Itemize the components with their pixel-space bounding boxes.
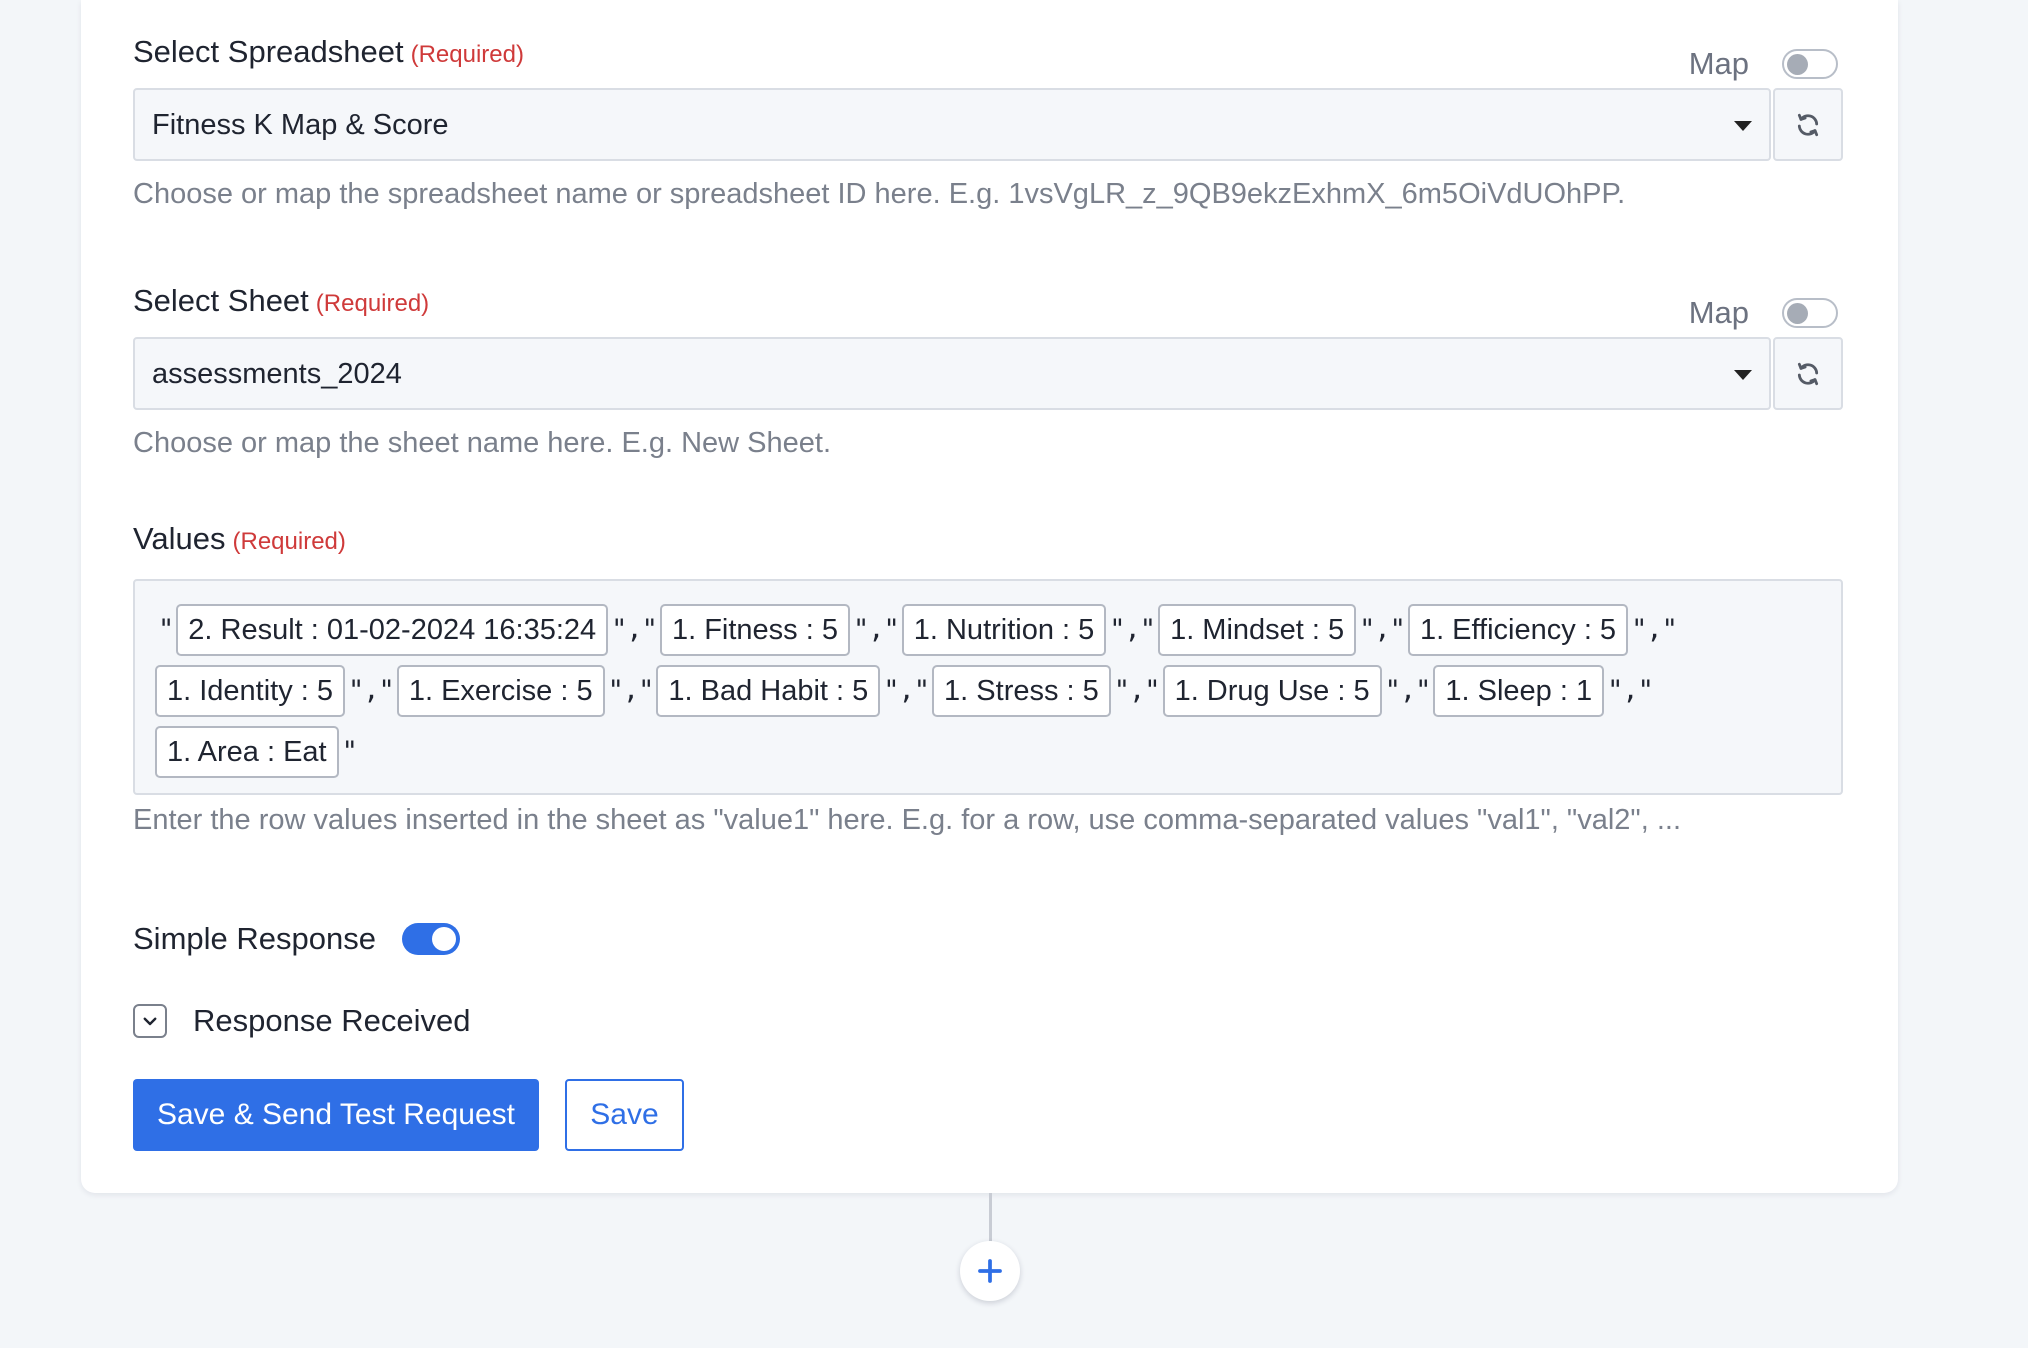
separator-text: "," xyxy=(1631,614,1678,645)
plus-icon xyxy=(978,1259,1002,1283)
values-label: Values (Required) xyxy=(133,521,346,557)
required-marker: (Required) xyxy=(410,41,524,68)
response-received-expand[interactable] xyxy=(133,1004,167,1038)
values-line-2: 1. Identity : 5 "," 1. Exercise : 5 "," … xyxy=(155,660,1823,721)
separator-text: "," xyxy=(883,675,930,706)
value-chip[interactable]: 1. Identity : 5 xyxy=(155,664,346,717)
separator-text: "," xyxy=(1359,614,1406,645)
spreadsheet-field: Select Spreadsheet (Required) Map Fitness… xyxy=(133,16,1843,210)
action-config-card: Select Spreadsheet (Required) Map Fitness… xyxy=(81,0,1898,1193)
value-chip[interactable]: 1. Stress : 5 xyxy=(932,664,1111,717)
sheet-refresh-button[interactable] xyxy=(1773,337,1843,410)
save-button[interactable]: Save xyxy=(565,1079,684,1151)
values-help: Enter the row values inserted in the she… xyxy=(133,804,1682,836)
refresh-icon xyxy=(1797,362,1819,385)
value-chip[interactable]: 2. Result : 01-02-2024 16:35:24 xyxy=(176,603,609,656)
quote-text: " xyxy=(158,614,174,645)
sheet-map-toggle[interactable] xyxy=(1782,298,1838,328)
spreadsheet-refresh-button[interactable] xyxy=(1773,88,1843,161)
map-label: Map xyxy=(1688,295,1749,330)
spreadsheet-label-text: Select Spreadsheet xyxy=(133,34,404,69)
value-chip[interactable]: 1. Area : Eat xyxy=(155,725,339,778)
value-chip[interactable]: 1. Drug Use : 5 xyxy=(1162,664,1382,717)
values-line-1: " 2. Result : 01-02-2024 16:35:24 "," 1.… xyxy=(155,599,1823,660)
separator-text: "," xyxy=(607,675,655,706)
sheet-select-value: assessments_2024 xyxy=(152,358,402,390)
sheet-help: Choose or map the sheet name here. E.g. … xyxy=(133,427,832,459)
response-received-label: Response Received xyxy=(193,1003,471,1038)
value-chip[interactable]: 1. Fitness : 5 xyxy=(659,603,850,656)
toggle-knob xyxy=(1787,54,1808,75)
separator-text: "," xyxy=(1607,675,1654,706)
separator-text: "," xyxy=(348,675,395,706)
sheet-label: Select Sheet (Required) xyxy=(133,283,429,319)
sheet-select[interactable]: assessments_2024 xyxy=(133,337,1771,410)
spreadsheet-help: Choose or map the spreadsheet name or sp… xyxy=(133,178,1626,210)
value-chip[interactable]: 1. Nutrition : 5 xyxy=(901,603,1107,656)
chevron-down-icon xyxy=(143,1017,157,1026)
spreadsheet-map-control: Map xyxy=(1689,46,1838,82)
spreadsheet-select-value: Fitness K Map & Score xyxy=(152,109,449,141)
simple-response-row: Simple Response xyxy=(133,921,460,957)
separator-text: "," xyxy=(1109,614,1156,645)
separator-text: "," xyxy=(611,614,658,645)
spreadsheet-map-toggle[interactable] xyxy=(1782,49,1838,79)
simple-response-label: Simple Response xyxy=(133,921,376,956)
required-marker: (Required) xyxy=(315,290,430,317)
value-chip[interactable]: 1. Bad Habit : 5 xyxy=(656,664,881,717)
value-chip[interactable]: 1. Mindset : 5 xyxy=(1158,603,1357,656)
response-received-row[interactable]: Response Received xyxy=(133,1003,470,1039)
value-chip[interactable]: 1. Exercise : 5 xyxy=(396,664,605,717)
quote-text: " xyxy=(341,736,358,767)
map-label: Map xyxy=(1688,46,1749,81)
sheet-field: Select Sheet (Required) Map assessments_2… xyxy=(133,265,1843,459)
sheet-map-control: Map xyxy=(1689,295,1838,331)
values-line-3: 1. Area : Eat " xyxy=(155,721,1823,782)
separator-text: "," xyxy=(1384,675,1432,706)
chevron-down-icon xyxy=(1734,121,1752,131)
value-chip[interactable]: 1. Sleep : 1 xyxy=(1433,664,1605,717)
chevron-down-icon xyxy=(1734,370,1752,380)
separator-text: "," xyxy=(1113,675,1161,706)
add-step-button[interactable] xyxy=(960,1241,1020,1301)
sheet-label-text: Select Sheet xyxy=(133,283,309,318)
spreadsheet-select[interactable]: Fitness K Map & Score xyxy=(133,88,1771,161)
values-input[interactable]: " 2. Result : 01-02-2024 16:35:24 "," 1.… xyxy=(133,579,1843,795)
value-chip[interactable]: 1. Efficiency : 5 xyxy=(1407,603,1629,656)
flow-connector xyxy=(989,1193,992,1243)
toggle-knob xyxy=(431,927,456,951)
simple-response-toggle[interactable] xyxy=(401,923,460,955)
required-marker: (Required) xyxy=(232,528,346,555)
separator-text: "," xyxy=(852,614,900,645)
spreadsheet-label: Select Spreadsheet (Required) xyxy=(133,34,524,70)
save-and-send-test-button[interactable]: Save & Send Test Request xyxy=(133,1079,539,1151)
refresh-icon xyxy=(1797,113,1819,136)
values-label-text: Values xyxy=(133,521,226,556)
toggle-knob xyxy=(1787,303,1808,324)
